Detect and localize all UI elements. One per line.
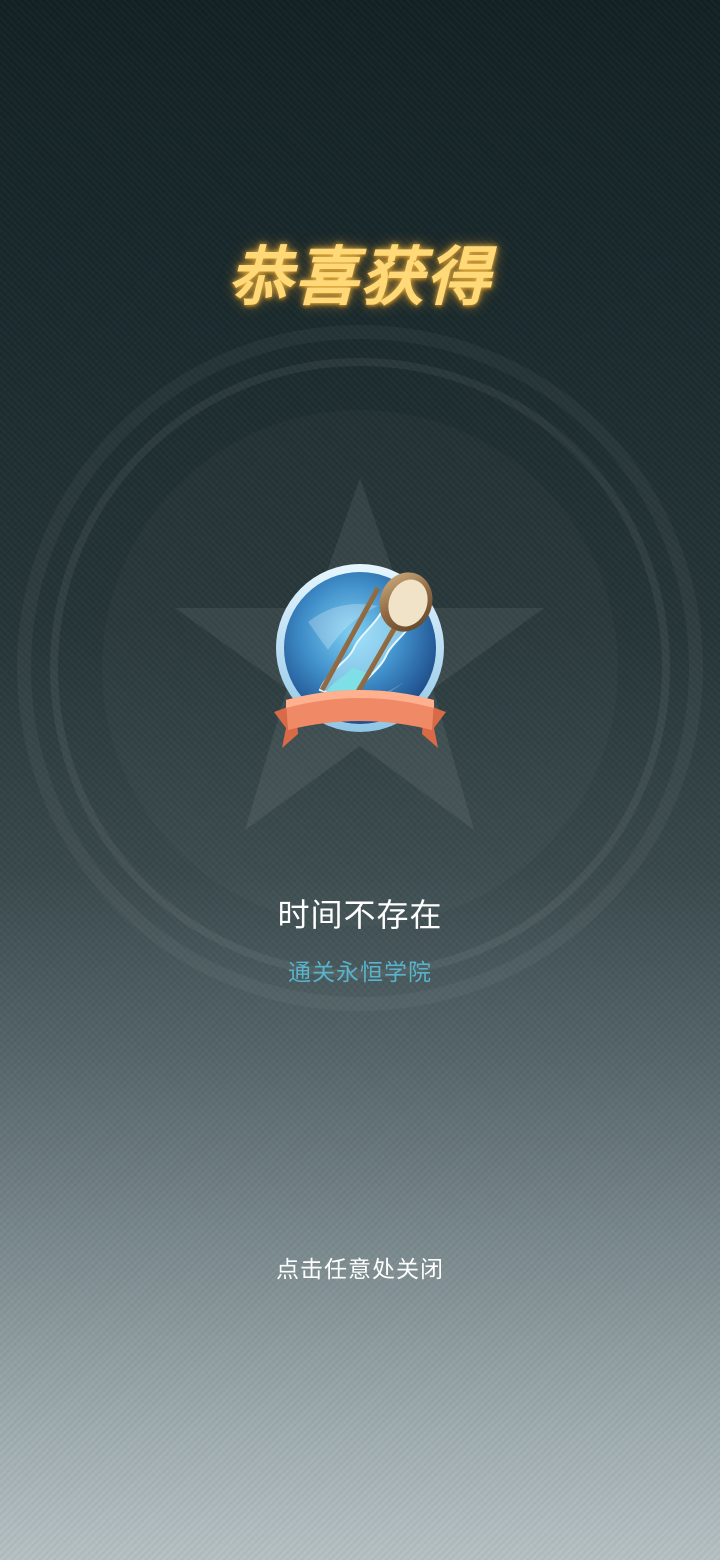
close-hint[interactable]: 点击任意处关闭 [0, 1250, 720, 1284]
badge-name: 时间不存在 [277, 896, 443, 934]
ribbon-banner [274, 690, 446, 748]
badge-medal [274, 564, 446, 748]
reward-title: 恭喜获得 [228, 241, 492, 315]
reward-dialog-overlay[interactable]: 恭喜获得 时间不存在 通关永恒学院 点击任意处关闭 [0, 0, 720, 1560]
badge-source: 通关永恒学院 [288, 960, 432, 986]
